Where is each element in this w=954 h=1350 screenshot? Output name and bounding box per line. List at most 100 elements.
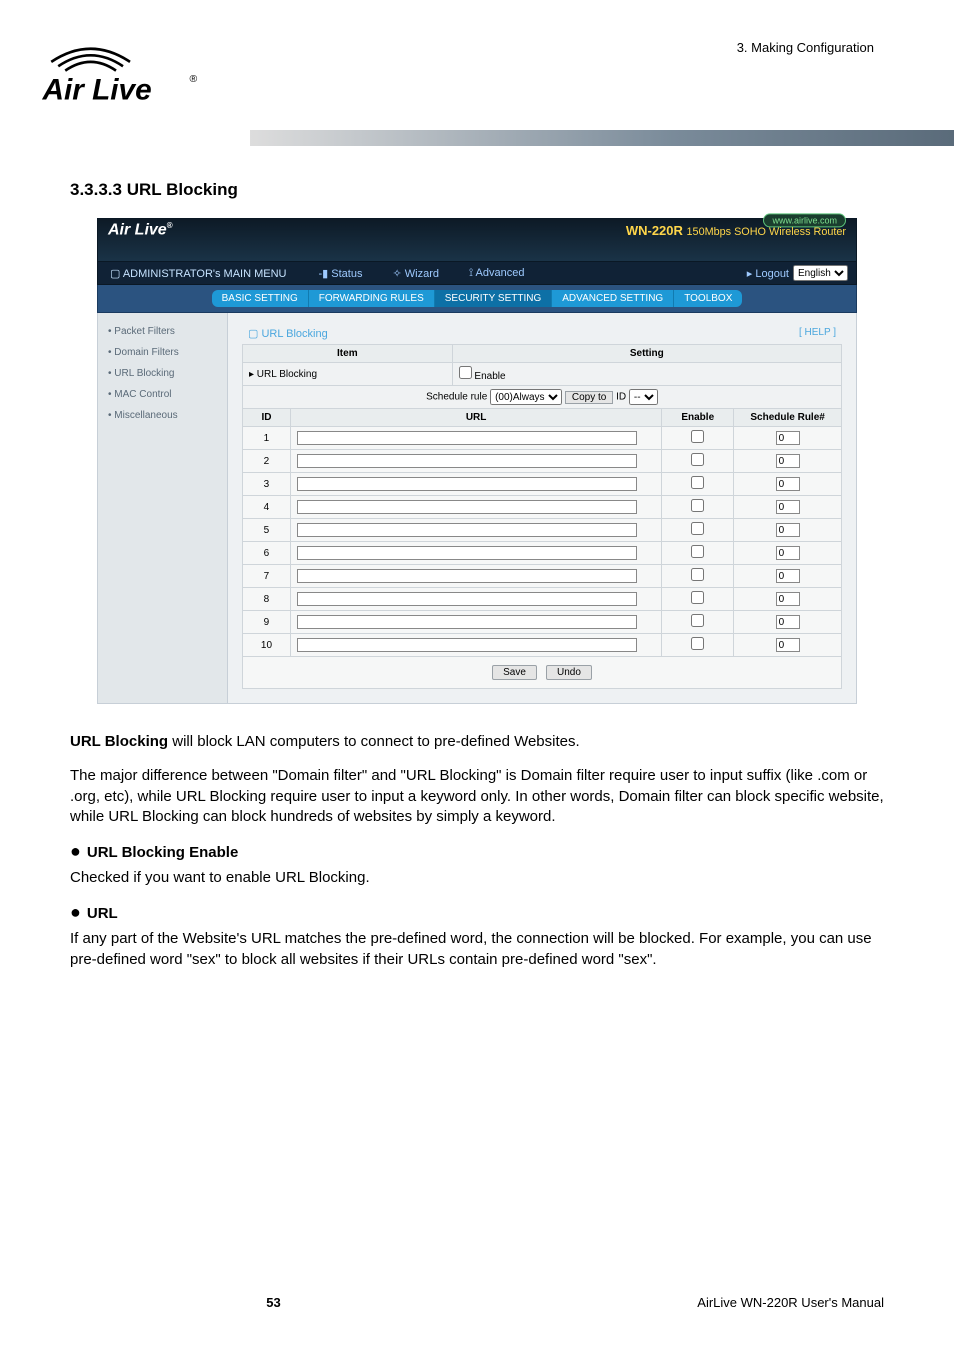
url-input[interactable] bbox=[297, 431, 637, 445]
row-enable-checkbox[interactable] bbox=[691, 453, 704, 466]
help-link[interactable]: [ HELP ] bbox=[799, 327, 836, 340]
row-enable-cell bbox=[662, 611, 734, 634]
schedule-rule-input[interactable] bbox=[776, 500, 800, 514]
tab-wizard[interactable]: ✧ Wizard bbox=[392, 267, 439, 280]
url-input[interactable] bbox=[297, 500, 637, 514]
footer-product: AirLive WN-220R User's Manual bbox=[477, 1295, 884, 1310]
main-panel: ▢ URL Blocking [ HELP ] Item Setting ▸ U… bbox=[228, 313, 856, 703]
row-url-cell bbox=[290, 496, 661, 519]
sidebar-item-domain-filters[interactable]: • Domain Filters bbox=[98, 342, 227, 363]
tab-advanced[interactable]: ⟟ Advanced bbox=[469, 267, 524, 280]
row-id: 1 bbox=[243, 427, 291, 450]
row-sched-cell bbox=[734, 588, 842, 611]
row-url-cell bbox=[290, 519, 661, 542]
sidebar-item-mac-control[interactable]: • MAC Control bbox=[98, 384, 227, 405]
url-input[interactable] bbox=[297, 569, 637, 583]
sidebar-item-packet-filters[interactable]: • Packet Filters bbox=[98, 321, 227, 342]
schedule-cell: Schedule rule (00)Always Copy to ID -- bbox=[243, 386, 842, 409]
row-enable-checkbox[interactable] bbox=[691, 545, 704, 558]
language-select[interactable]: English bbox=[793, 265, 848, 281]
row-id: 4 bbox=[243, 496, 291, 519]
schedule-rule-input[interactable] bbox=[776, 615, 800, 629]
row-sched-cell bbox=[734, 542, 842, 565]
url-input[interactable] bbox=[297, 615, 637, 629]
schedule-rule-input[interactable] bbox=[776, 431, 800, 445]
bullet-dot-icon: ● bbox=[70, 841, 81, 861]
schedule-rule-input[interactable] bbox=[776, 546, 800, 560]
sidebar: • Packet Filters • Domain Filters • URL … bbox=[98, 313, 228, 703]
row-enable-checkbox[interactable] bbox=[691, 522, 704, 535]
url-input[interactable] bbox=[297, 454, 637, 468]
url-input[interactable] bbox=[297, 592, 637, 606]
row-enable-checkbox[interactable] bbox=[691, 499, 704, 512]
hdr-sched: Schedule Rule# bbox=[734, 409, 842, 427]
row-enable-checkbox[interactable] bbox=[691, 591, 704, 604]
panel-title: ▢ URL Blocking bbox=[248, 327, 328, 340]
sidebar-item-miscellaneous[interactable]: • Miscellaneous bbox=[98, 405, 227, 426]
nav-basic-setting[interactable]: BASIC SETTING bbox=[212, 290, 309, 307]
panel-head: ▢ URL Blocking [ HELP ] bbox=[242, 323, 842, 344]
row-enable-checkbox[interactable] bbox=[691, 568, 704, 581]
row-url-cell bbox=[290, 588, 661, 611]
brand-text: Air Live bbox=[108, 221, 167, 238]
svg-text:®: ® bbox=[190, 73, 198, 85]
schedule-rule-select[interactable]: (00)Always bbox=[490, 389, 562, 405]
bullet-dot-icon: ● bbox=[70, 902, 81, 922]
col-setting: Setting bbox=[452, 345, 841, 363]
url-blocking-enable-checkbox[interactable] bbox=[459, 366, 472, 379]
schedule-rule-input[interactable] bbox=[776, 523, 800, 537]
schedule-rule-label: Schedule rule bbox=[426, 392, 487, 403]
schedule-row: Schedule rule (00)Always Copy to ID -- bbox=[243, 386, 842, 409]
hdr-id: ID bbox=[243, 409, 291, 427]
router-ui-screenshot: www.airlive.com Air Live® WN-220R 150Mbp… bbox=[97, 218, 857, 704]
row-sched-cell bbox=[734, 496, 842, 519]
row-enable-checkbox[interactable] bbox=[691, 430, 704, 443]
row-enable-cell bbox=[662, 542, 734, 565]
button-row: Save Undo bbox=[242, 657, 842, 689]
section-pills: BASIC SETTING FORWARDING RULES SECURITY … bbox=[212, 290, 743, 307]
row-enable-checkbox[interactable] bbox=[691, 614, 704, 627]
row-id: 7 bbox=[243, 565, 291, 588]
sidebar-item-url-blocking[interactable]: • URL Blocking bbox=[98, 363, 227, 384]
paragraph-1: URL Blocking will block LAN computers to… bbox=[70, 732, 884, 752]
table-row: 6 bbox=[243, 542, 842, 565]
model-name: WN-220R bbox=[626, 223, 683, 238]
row-id: 10 bbox=[243, 634, 291, 657]
header-right-controls: ▸ Logout English bbox=[739, 262, 856, 284]
schedule-rule-input[interactable] bbox=[776, 477, 800, 491]
tab-advanced-label: Advanced bbox=[476, 267, 525, 279]
row-id: 2 bbox=[243, 450, 291, 473]
schedule-rule-input[interactable] bbox=[776, 592, 800, 606]
logout-link[interactable]: ▸ Logout bbox=[747, 267, 789, 280]
undo-button[interactable]: Undo bbox=[546, 665, 592, 680]
router-admin-app: www.airlive.com Air Live® WN-220R 150Mbp… bbox=[97, 218, 857, 704]
row-sched-cell bbox=[734, 634, 842, 657]
nav-advanced-setting[interactable]: ADVANCED SETTING bbox=[552, 290, 674, 307]
copy-to-button[interactable]: Copy to bbox=[565, 391, 613, 404]
row-enable-checkbox[interactable] bbox=[691, 476, 704, 489]
schedule-rule-input[interactable] bbox=[776, 569, 800, 583]
settings-table: Item Setting ▸ URL Blocking Enable bbox=[242, 344, 842, 409]
url-input[interactable] bbox=[297, 638, 637, 652]
nav-forwarding-rules[interactable]: FORWARDING RULES bbox=[309, 290, 435, 307]
id-select[interactable]: -- bbox=[629, 389, 658, 405]
schedule-rule-input[interactable] bbox=[776, 454, 800, 468]
col-item: Item bbox=[243, 345, 453, 363]
row-enable-checkbox[interactable] bbox=[691, 637, 704, 650]
nav-security-setting[interactable]: SECURITY SETTING bbox=[435, 290, 553, 307]
url-list-table: ID URL Enable Schedule Rule# 12345678910 bbox=[242, 408, 842, 657]
nav-toolbox[interactable]: TOOLBOX bbox=[674, 290, 742, 307]
row-url-cell bbox=[290, 565, 661, 588]
section-heading: 3.3.3.3 URL Blocking bbox=[70, 180, 884, 200]
tab-status-label: Status bbox=[331, 268, 362, 280]
url-input[interactable] bbox=[297, 523, 637, 537]
save-button[interactable]: Save bbox=[492, 665, 537, 680]
url-input[interactable] bbox=[297, 546, 637, 560]
tab-status[interactable]: -▮ Status bbox=[319, 267, 363, 280]
schedule-rule-input[interactable] bbox=[776, 638, 800, 652]
hdr-enable: Enable bbox=[662, 409, 734, 427]
row-id: 9 bbox=[243, 611, 291, 634]
svg-text:Air Live: Air Live bbox=[42, 74, 152, 107]
table-row: 9 bbox=[243, 611, 842, 634]
url-input[interactable] bbox=[297, 477, 637, 491]
